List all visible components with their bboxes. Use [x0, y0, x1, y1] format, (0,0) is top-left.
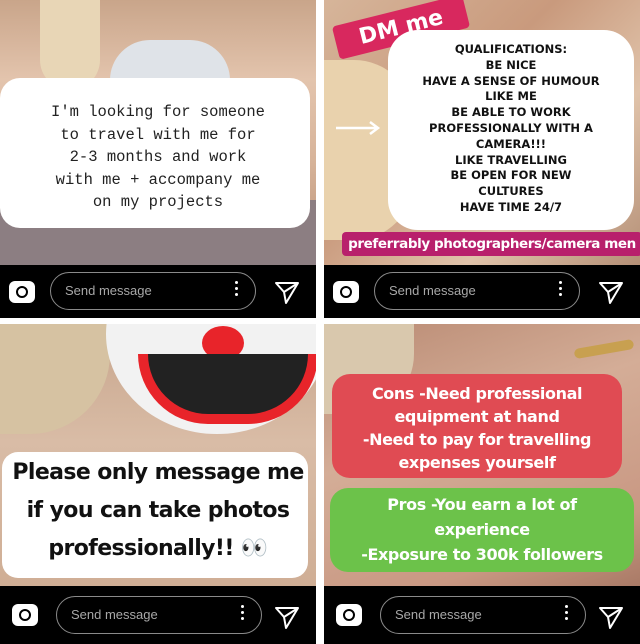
story-panel-bottom-left: Please only message me if you can take p… [0, 324, 316, 644]
caption-line: to travel with me for [60, 125, 256, 144]
more-options-icon[interactable] [559, 281, 563, 299]
qualifications-line: BE NICE [485, 57, 537, 72]
qualifications-line: QUALIFICATIONS: [454, 42, 568, 56]
qualifications-line: PROFESSIONALLY WITH A [429, 120, 593, 135]
camera-icon[interactable] [9, 281, 35, 303]
hair-shape [0, 324, 110, 434]
banner-text: preferrably photographers/camera men [348, 236, 636, 252]
bracelet-shape [573, 338, 635, 360]
caption-line: Please only message me [12, 460, 304, 485]
caption-line: I'm looking for someone [51, 103, 265, 121]
pros-line: -Exposure to 300k followers [361, 545, 603, 564]
cons-line: -Need to pay for travelling [362, 430, 592, 449]
qualifications-line: LIKE ME [485, 89, 537, 104]
qualifications-line: LIKE TRAVELLING [455, 152, 567, 167]
caption-text: I'm looking for someone to travel with m… [0, 101, 316, 214]
story-panel-top-left: I'm looking for someone to travel with m… [0, 0, 316, 318]
send-message-input[interactable]: Send message [380, 596, 586, 634]
story-panel-bottom-right: Cons -Need professional equipment at han… [324, 324, 640, 644]
story-photo: Cons -Need professional equipment at han… [324, 324, 640, 586]
hair-shape [40, 0, 100, 90]
story-photo: DM me QUALIFICATIONS: BE NICE HAVE A SEN… [324, 0, 640, 265]
more-options-icon[interactable] [241, 605, 245, 623]
qualifications-line: BE ABLE TO WORK [451, 105, 571, 120]
cons-line: expenses yourself [398, 453, 556, 472]
send-message-input[interactable]: Send message [374, 272, 580, 310]
send-message-placeholder: Send message [71, 607, 158, 622]
more-options-icon[interactable] [235, 281, 239, 299]
more-options-icon[interactable] [565, 605, 569, 623]
cons-text: Cons -Need professional equipment at han… [332, 382, 622, 474]
clown-mouth [138, 354, 316, 424]
send-icon[interactable] [598, 279, 624, 305]
caption-line: 2-3 months and work [69, 148, 247, 166]
story-photo: I'm looking for someone to travel with m… [0, 0, 316, 265]
qualifications-text: QUALIFICATIONS: BE NICE HAVE A SENSE OF … [388, 42, 634, 216]
pros-line: Pros -You earn a lot of [387, 495, 577, 514]
send-message-input[interactable]: Send message [56, 596, 262, 634]
qualifications-line: CAMERA!!! [475, 136, 547, 151]
send-icon[interactable] [598, 604, 624, 630]
send-message-placeholder: Send message [389, 283, 476, 298]
send-message-placeholder: Send message [65, 283, 152, 298]
camera-icon[interactable] [12, 604, 38, 626]
send-message-placeholder: Send message [395, 607, 482, 622]
send-icon[interactable] [274, 604, 300, 630]
qualifications-line: HAVE TIME 24/7 [459, 199, 563, 214]
message-bar: Send message [0, 265, 316, 318]
caption-line: professionally!! 👀 [48, 536, 268, 561]
story-panel-top-right: DM me QUALIFICATIONS: BE NICE HAVE A SEN… [324, 0, 640, 318]
pros-line: experience [434, 520, 530, 539]
qualifications-line: BE OPEN FOR NEW [450, 168, 572, 183]
camera-icon[interactable] [333, 281, 359, 303]
cons-line: equipment at hand [394, 407, 560, 426]
caption-line: with me + accompany me [55, 170, 261, 189]
qualifications-line: CULTURES [478, 184, 544, 199]
clown-emoji [106, 324, 316, 434]
qualifications-line: HAVE A SENSE OF HUMOUR [422, 73, 600, 88]
caption-text: Please only message me if you can take p… [0, 454, 316, 568]
message-bar: Send message [324, 265, 640, 318]
banner: preferrably photographers/camera men [342, 232, 640, 256]
pros-text: Pros -You earn a lot of experience -Expo… [330, 492, 634, 567]
caption-line: on my projects [92, 193, 224, 211]
send-icon[interactable] [274, 279, 300, 305]
arrow-icon [336, 121, 381, 135]
message-bar: Send message [324, 586, 640, 644]
story-photo: Please only message me if you can take p… [0, 324, 316, 586]
cons-line: Cons -Need professional [371, 384, 583, 403]
message-bar: Send message [0, 586, 316, 644]
send-message-input[interactable]: Send message [50, 272, 256, 310]
caption-line: if you can take photos [26, 498, 290, 523]
camera-icon[interactable] [336, 604, 362, 626]
